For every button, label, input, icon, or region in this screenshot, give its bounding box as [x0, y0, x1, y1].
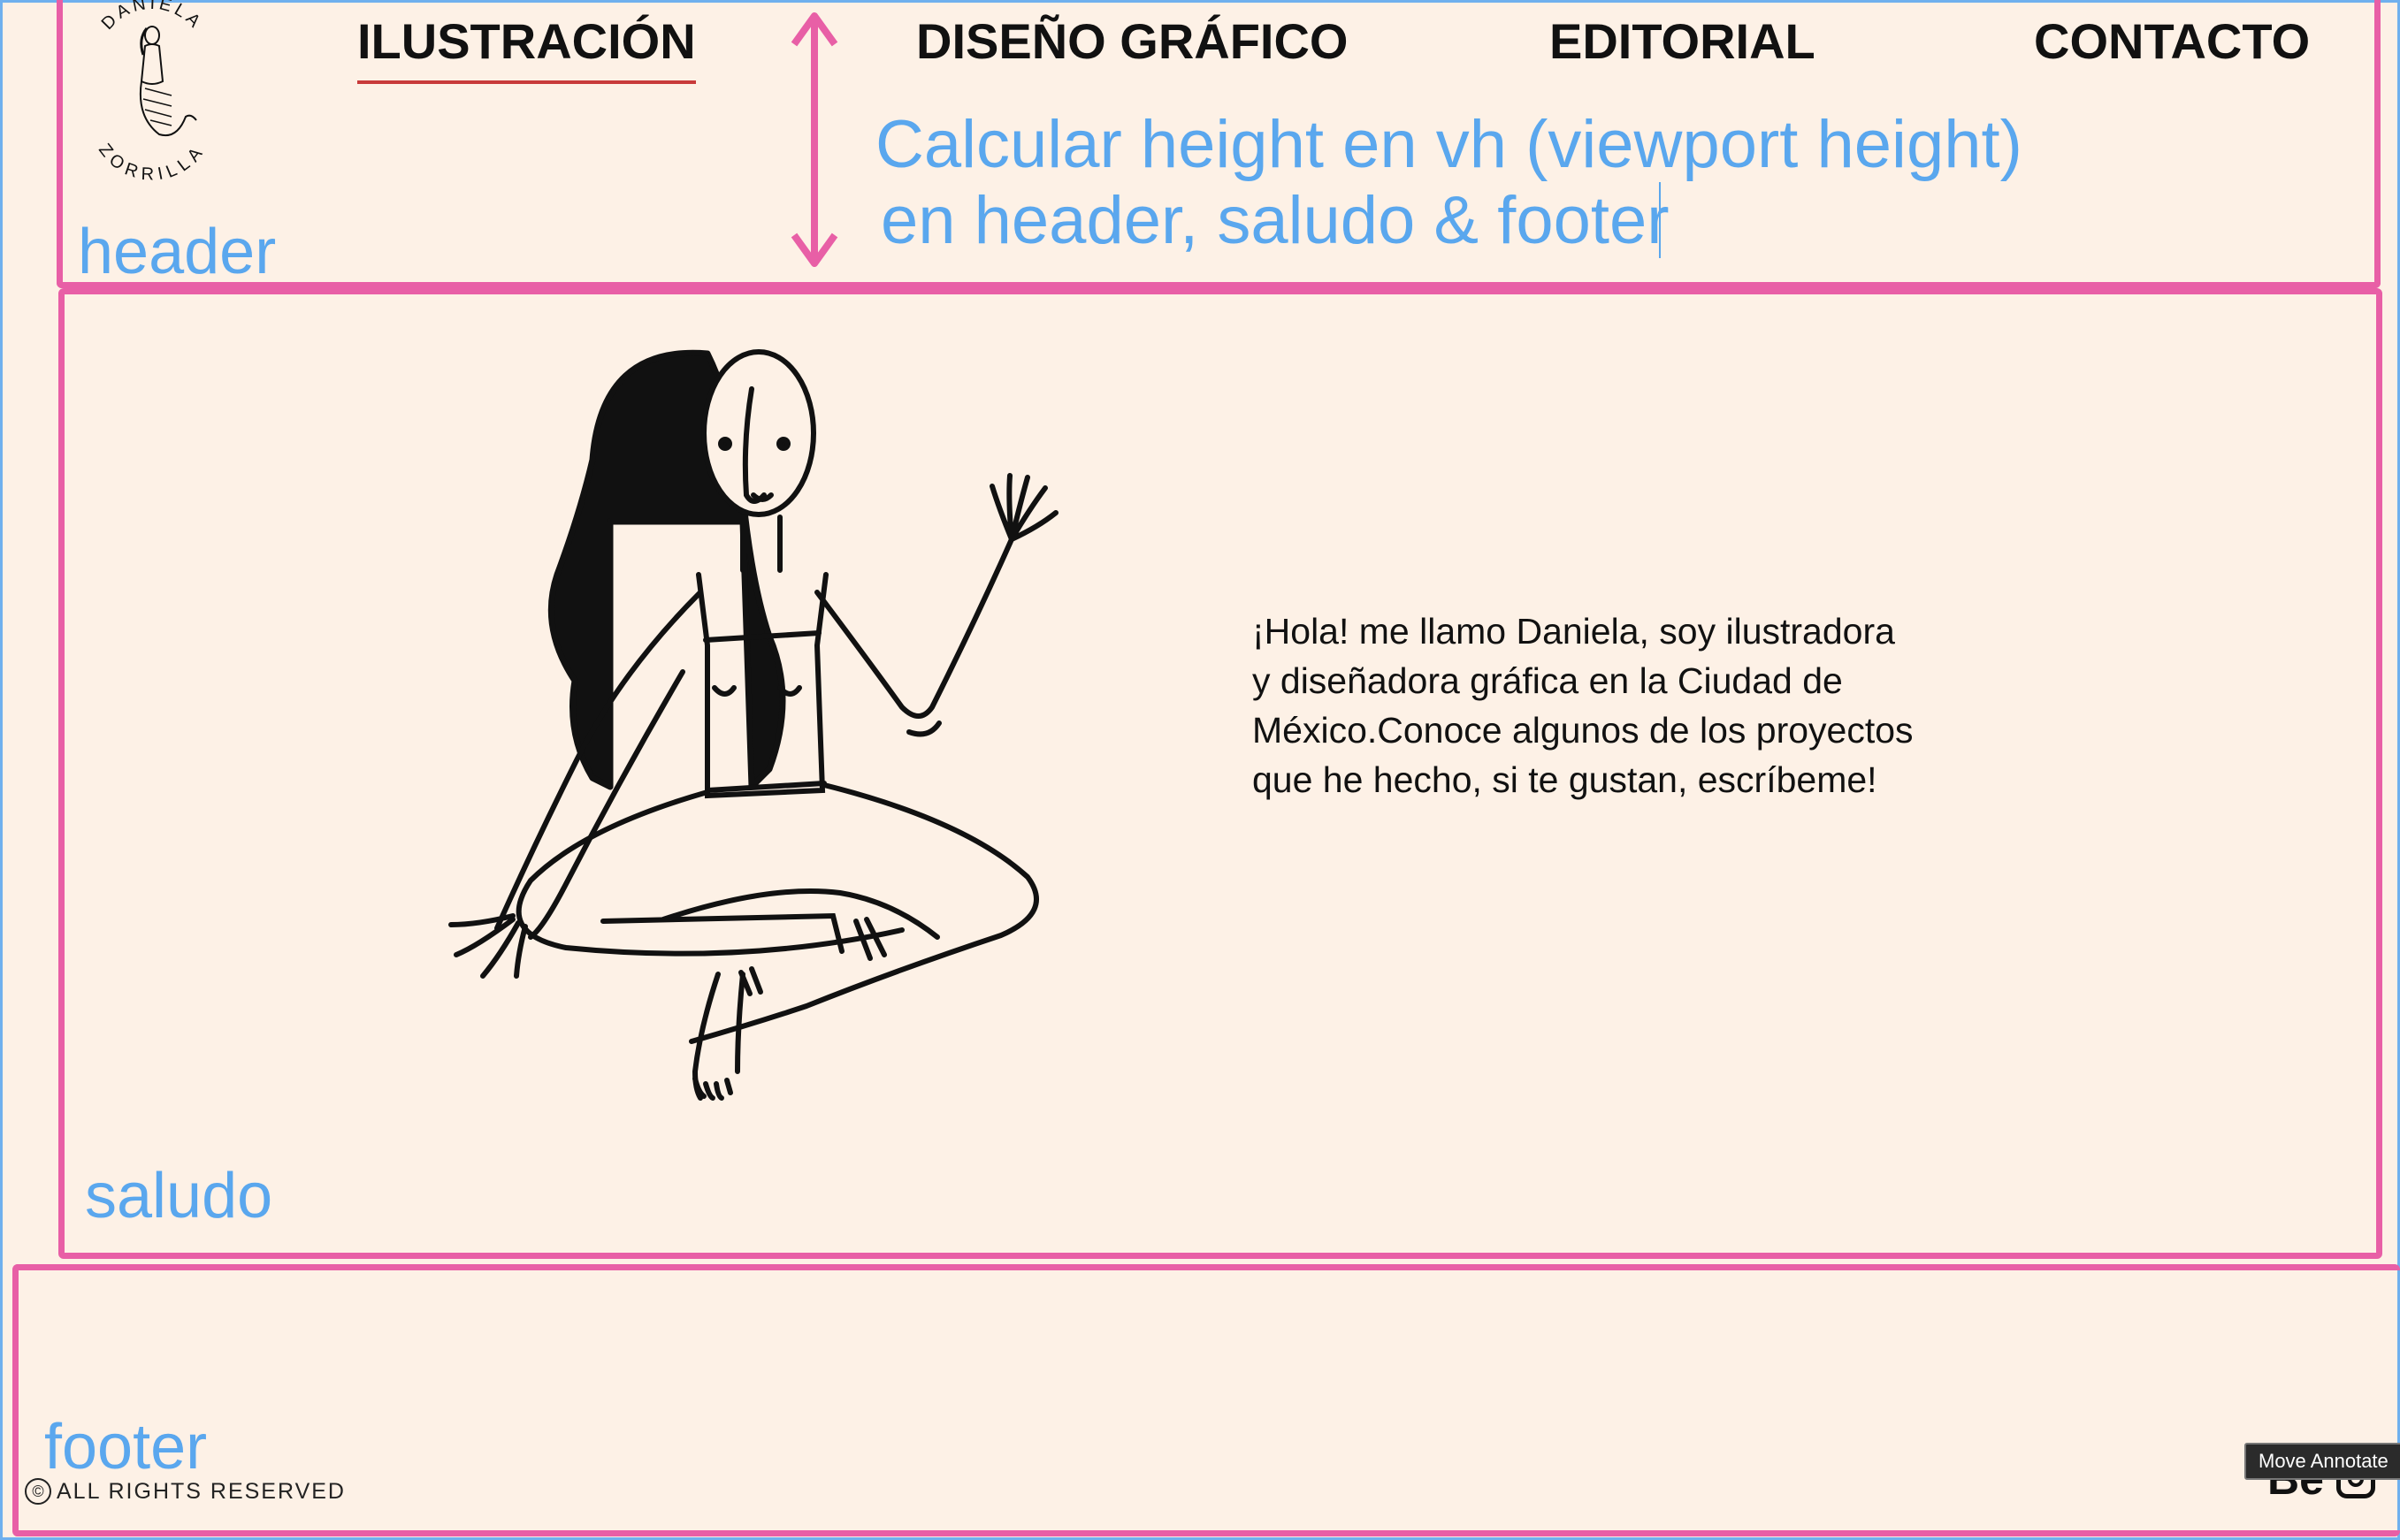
mermaid-logo-icon: DANIELA ZORRILLA: [95, 0, 210, 185]
height-arrow-icon: [791, 12, 838, 267]
logo-text-bottom: ZORRILLA: [95, 141, 204, 185]
nav-item-ilustracion[interactable]: ILUSTRACIÓN: [357, 12, 696, 84]
svg-text:DANIELA: DANIELA: [98, 0, 207, 34]
move-annotate-tooltip: Move Annotate: [2244, 1443, 2400, 1480]
nav-item-contacto[interactable]: CONTACTO: [2034, 12, 2310, 70]
nav-item-diseno-grafico[interactable]: DISEÑO GRÁFICO: [916, 12, 1348, 70]
annotation-note-line2: en header, saludo & footer: [881, 183, 1670, 258]
footer-annotation-label: footer: [44, 1412, 208, 1483]
copyright-text: ALL RIGHTS RESERVED: [57, 1478, 346, 1504]
copyright-symbol: ©: [25, 1478, 51, 1505]
intro-line: que he hecho, si te gustan, escríbeme!: [1252, 759, 1877, 800]
intro-text: ¡Hola! me llamo Daniela, soy ilustradora…: [1252, 606, 2013, 804]
logo[interactable]: DANIELA ZORRILLA: [81, 0, 223, 194]
annotation-note-line1: Calcular height en vh (viewport height): [875, 107, 2022, 182]
header-annotation-label: header: [78, 217, 277, 287]
saludo-annotation-label: saludo: [85, 1161, 273, 1231]
svg-text:ZORRILLA: ZORRILLA: [95, 141, 210, 185]
intro-line: México.Conoce algunos de los proyectos: [1252, 710, 1914, 751]
copyright: © ALL RIGHTS RESERVED: [25, 1478, 346, 1505]
nav-item-editorial[interactable]: EDITORIAL: [1549, 12, 1815, 70]
text-cursor: [1659, 182, 1661, 258]
waving-woman-illustration: [448, 349, 1059, 1101]
intro-line: ¡Hola! me llamo Daniela, soy ilustradora: [1252, 611, 1895, 652]
intro-line: y diseñadora gráfica en la Ciudad de: [1252, 660, 1843, 701]
logo-text-top: DANIELA: [98, 0, 203, 34]
footer-annotation-box: [12, 1264, 2400, 1536]
